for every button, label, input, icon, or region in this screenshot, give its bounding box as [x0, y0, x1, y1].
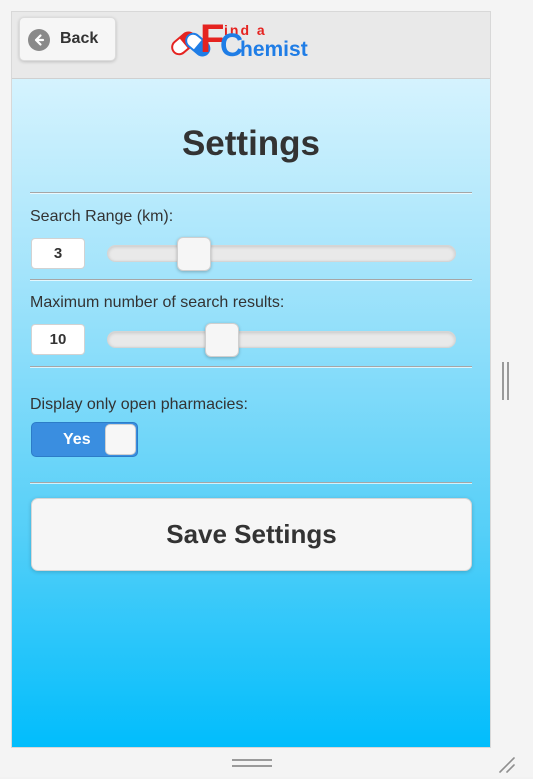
toggle-knob[interactable] — [105, 424, 136, 455]
max-results-input[interactable]: 10 — [31, 324, 85, 355]
toggle-state-label: Yes — [63, 431, 91, 448]
divider — [30, 192, 472, 193]
back-button-label: Back — [60, 30, 99, 47]
search-range-label: Search Range (km): — [30, 208, 174, 225]
save-settings-button[interactable]: Save Settings — [31, 498, 472, 571]
logo-text-bottom: hemist — [240, 38, 308, 61]
app-window: Back F ind a C hemist Settings Search Ra… — [11, 11, 491, 748]
search-range-slider-track[interactable] — [107, 237, 456, 271]
open-pharmacies-label: Display only open pharmacies: — [30, 396, 248, 413]
resize-corner-icon[interactable] — [494, 752, 516, 774]
back-button[interactable]: Back — [19, 17, 116, 61]
search-range-input[interactable]: 3 — [31, 238, 85, 269]
max-results-slider-track[interactable] — [107, 323, 456, 357]
divider — [30, 279, 472, 280]
browser-frame: Back F ind a C hemist Settings Search Ra… — [0, 0, 533, 777]
horizontal-resize-handle[interactable] — [232, 757, 274, 769]
divider — [30, 482, 472, 483]
max-results-slider-handle[interactable] — [205, 323, 239, 357]
page-title: Settings — [181, 124, 321, 163]
app-header: Back F ind a C hemist — [12, 12, 490, 79]
divider — [30, 366, 472, 367]
open-pharmacies-toggle[interactable]: Yes — [31, 422, 138, 457]
vertical-resize-handle[interactable] — [500, 362, 510, 402]
find-a-chemist-logo: F ind a C hemist — [170, 18, 320, 64]
max-results-label: Maximum number of search results: — [30, 294, 285, 311]
back-arrow-icon — [28, 29, 50, 51]
search-range-slider-handle[interactable] — [177, 237, 211, 271]
